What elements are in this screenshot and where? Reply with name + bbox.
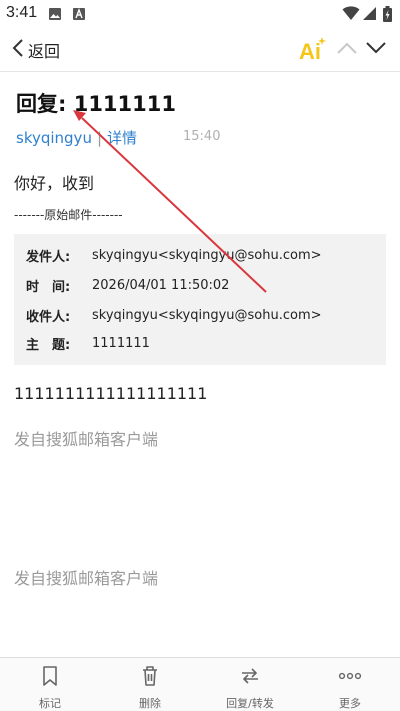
original-from-row: 发件人: skyqingyu<skyqingyu@sohu.com> <box>26 245 322 265</box>
original-subject-row: 主 题: 1111111 <box>26 333 150 353</box>
original-time-label: 时 间: <box>26 279 71 295</box>
more-dots-icon <box>338 665 362 691</box>
reply-forward-button[interactable]: 回复/转发 <box>200 658 300 711</box>
original-from-value: skyqingyu<skyqingyu@sohu.com> <box>92 247 322 263</box>
delete-label: 删除 <box>139 697 161 710</box>
keyboard-a-icon <box>72 6 86 25</box>
more-button[interactable]: 更多 <box>300 658 400 711</box>
reply-forward-icon <box>239 665 261 691</box>
delete-button[interactable]: 删除 <box>100 658 200 711</box>
bottom-toolbar: 标记 删除 回复/转发 更多 <box>0 657 400 711</box>
signature-2: 发自搜狐邮箱客户端 <box>14 569 159 588</box>
more-label: 更多 <box>339 697 361 710</box>
bookmark-icon <box>40 665 60 691</box>
original-mail-box: 发件人: skyqingyu<skyqingyu@sohu.com> 时 间: … <box>14 234 386 365</box>
sender-line: skyqingyu | 详情 <box>16 127 137 148</box>
mail-greeting: 你好，收到 <box>14 174 95 193</box>
original-subject-label: 主 题: <box>26 337 71 353</box>
mail-body-text: 1111111111111111111 <box>14 384 208 403</box>
mark-button[interactable]: 标记 <box>0 658 100 711</box>
status-bar: 3:41 <box>0 0 400 28</box>
details-link[interactable]: 详情 <box>107 127 137 148</box>
original-time-row: 时 间: 2026/04/01 11:50:02 <box>26 275 229 295</box>
original-to-value: skyqingyu<skyqingyu@sohu.com> <box>92 307 322 323</box>
sender-name-link[interactable]: skyqingyu <box>16 129 92 147</box>
sender-separator: | <box>96 128 103 147</box>
original-time-value: 2026/04/01 11:50:02 <box>92 277 230 293</box>
chevron-left-icon <box>12 38 24 62</box>
back-label: 返回 <box>28 42 61 61</box>
trash-icon <box>140 665 160 691</box>
original-from-label: 发件人: <box>26 249 71 265</box>
chevron-down-icon[interactable] <box>365 40 387 59</box>
image-icon <box>48 6 62 25</box>
signal-icon <box>362 6 377 25</box>
mail-header-bar: 返回 Ai <box>0 28 400 72</box>
mark-label: 标记 <box>39 697 61 710</box>
original-mail-divider: -------原始邮件------- <box>14 208 123 222</box>
chevron-up-icon[interactable] <box>336 40 358 59</box>
ai-assistant-button[interactable]: Ai <box>298 36 328 64</box>
ai-assistant-label: Ai <box>299 39 321 64</box>
battery-charging-icon <box>383 6 392 26</box>
wifi-icon <box>342 6 360 25</box>
original-subject-value: 1111111 <box>92 335 150 351</box>
mail-time: 15:40 <box>183 129 221 144</box>
mail-subject: 回复: 1111111 <box>16 92 176 116</box>
signature-1: 发自搜狐邮箱客户端 <box>14 430 159 449</box>
back-button[interactable]: 返回 <box>12 38 60 62</box>
status-time: 3:41 <box>6 4 38 21</box>
reply-forward-label: 回复/转发 <box>226 697 274 710</box>
original-to-label: 收件人: <box>26 309 71 325</box>
original-to-row: 收件人: skyqingyu<skyqingyu@sohu.com> <box>26 305 322 325</box>
